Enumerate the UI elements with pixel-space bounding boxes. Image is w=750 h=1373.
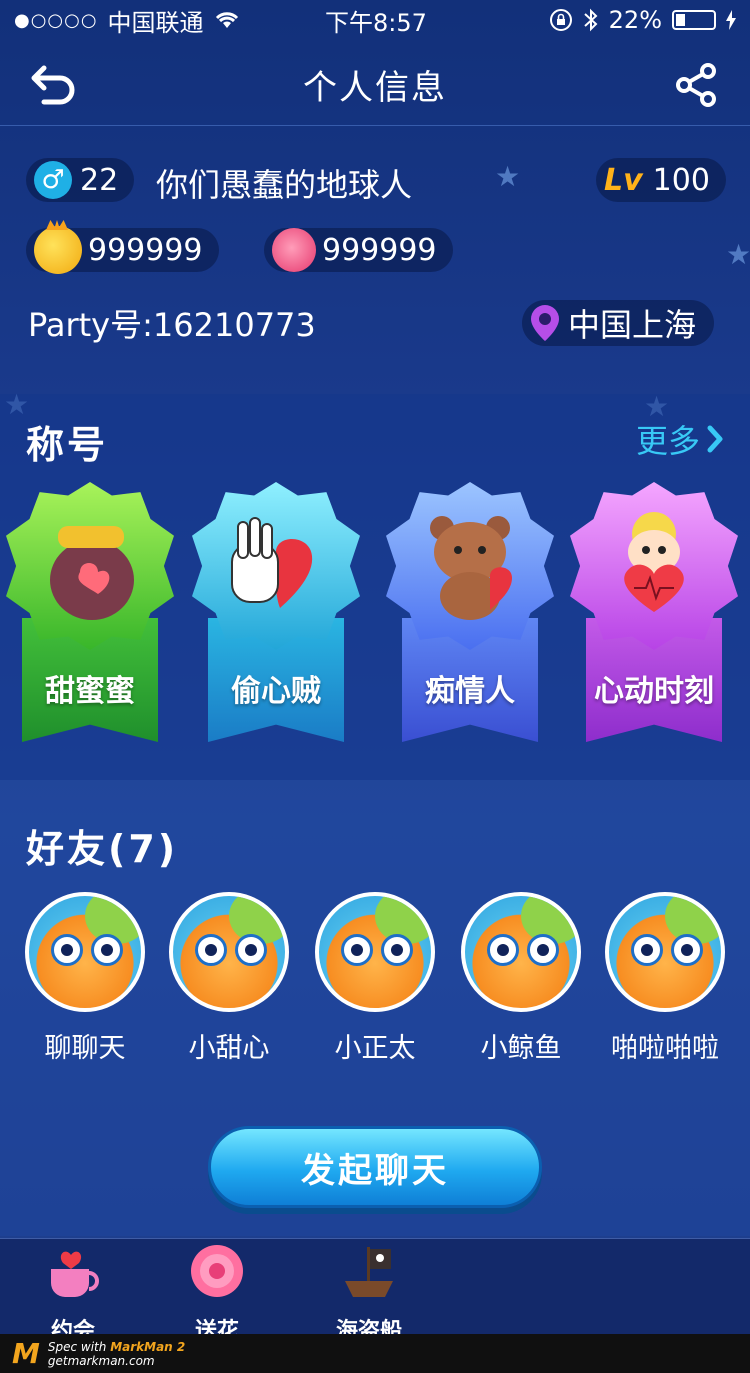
- cupid-icon: [624, 512, 684, 612]
- flowers-pill: 999999: [264, 228, 453, 272]
- party-id: Party号:16210773: [28, 306, 316, 344]
- friend-item[interactable]: 聊聊天: [20, 892, 150, 1065]
- friend-avatar: [605, 892, 725, 1012]
- level-pill: Lv 100: [596, 158, 726, 202]
- share-icon[interactable]: [674, 62, 720, 108]
- status-bar: ●○○○○ 中国联通 下午8:57 22%: [0, 0, 750, 40]
- friend-avatar: [315, 892, 435, 1012]
- page-title: 个人信息: [303, 68, 447, 108]
- footer-prefix: Spec with: [47, 1339, 111, 1354]
- footer-brand: MarkMan 2: [110, 1339, 186, 1354]
- battery-icon: [672, 10, 716, 30]
- flowers-value: 999999: [322, 232, 437, 268]
- friend-avatar: [461, 892, 581, 1012]
- glove-heart-icon: [231, 517, 313, 608]
- more-titles-link[interactable]: 更多: [636, 416, 724, 462]
- title-badge-sweet[interactable]: 甜蜜蜜: [6, 482, 174, 744]
- friend-name: 小鲸鱼: [480, 1033, 562, 1064]
- rotation-lock-icon: [549, 9, 572, 31]
- tab-date[interactable]: 约会: [18, 1243, 128, 1345]
- title-badge-heartbeat[interactable]: 心动时刻: [570, 482, 738, 744]
- footer-url: getmarkman.com: [47, 1353, 155, 1368]
- friend-item[interactable]: 啪啦啪啦: [600, 892, 730, 1065]
- gender-level-value: 22: [80, 162, 119, 198]
- friend-item[interactable]: 小甜心: [164, 892, 294, 1065]
- location-pin-icon: [531, 305, 559, 341]
- friends-heading: 好友(7): [26, 827, 179, 871]
- title-badge-label: 偷心贼: [231, 674, 321, 709]
- markman-text: Spec with MarkMan 2 getmarkman.com: [48, 1340, 185, 1368]
- star-icon: ★: [726, 238, 750, 271]
- gender-level-pill: ♂ 22: [26, 158, 135, 202]
- nickname: 你们愚蠢的地球人: [156, 166, 413, 204]
- title-badge-thief[interactable]: 偷心贼: [192, 482, 360, 744]
- title-badge-label: 痴情人: [425, 674, 515, 709]
- location-text: 中国上海: [568, 306, 697, 344]
- wifi-icon: [215, 12, 238, 28]
- carrier-name: 中国联通: [107, 8, 204, 37]
- rose-icon: [272, 228, 316, 272]
- gold-value: 999999: [88, 232, 203, 268]
- title-badge-label: 心动时刻: [594, 674, 714, 709]
- title-badge-devoted[interactable]: 痴情人: [386, 482, 554, 744]
- battery-percent: 22%: [608, 6, 662, 34]
- bottom-tab-bar: 约会 送花 海盗船: [0, 1238, 750, 1344]
- friend-name: 聊聊天: [44, 1033, 126, 1064]
- friend-name: 小正太: [334, 1033, 416, 1064]
- more-label: 更多: [635, 422, 700, 460]
- location-pill: 中国上海: [522, 300, 715, 346]
- bluetooth-icon: [583, 8, 598, 32]
- signal-strength: ●○○○○: [14, 9, 98, 31]
- teddy-bear-icon: [430, 516, 512, 620]
- markman-logo: M: [12, 1337, 40, 1370]
- gold-pill: 999999: [26, 226, 219, 274]
- titles-heading: 称号: [26, 423, 109, 467]
- clock: 下午8:57: [325, 8, 427, 37]
- friend-name: 啪啦啪啦: [611, 1033, 719, 1064]
- crowned-chick-icon: [34, 226, 82, 274]
- star-icon: ★: [495, 160, 521, 193]
- markman-footer: M Spec with MarkMan 2 getmarkman.com: [0, 1334, 750, 1373]
- rose-icon: [191, 1245, 243, 1297]
- titles-panel: 称号 更多 甜蜜蜜 偷心贼 痴情人 心动时刻: [0, 394, 750, 780]
- level-value: 100: [652, 162, 710, 198]
- nav-bar: 个人信息: [0, 44, 750, 126]
- honey-jar-icon: [50, 526, 134, 620]
- pirate-ship-icon: [345, 1247, 393, 1297]
- teacup-hearts-icon: [51, 1251, 99, 1297]
- male-icon: ♂: [34, 161, 72, 199]
- friend-item[interactable]: 小鲸鱼: [456, 892, 586, 1065]
- charging-icon: [726, 10, 736, 30]
- friend-item[interactable]: 小正太: [310, 892, 440, 1065]
- friend-name: 小甜心: [188, 1033, 270, 1064]
- tab-pirate-ship[interactable]: 海盗船: [314, 1243, 424, 1345]
- start-chat-button[interactable]: 发起聊天: [208, 1126, 542, 1208]
- lv-badge-icon: Lv: [604, 162, 643, 198]
- chevron-right-icon: [707, 425, 723, 453]
- tab-send-flower[interactable]: 送花: [162, 1243, 272, 1345]
- title-badge-label: 甜蜜蜜: [45, 674, 135, 709]
- back-arrow-icon[interactable]: [30, 62, 80, 108]
- friend-avatar: [25, 892, 145, 1012]
- friend-avatar: [169, 892, 289, 1012]
